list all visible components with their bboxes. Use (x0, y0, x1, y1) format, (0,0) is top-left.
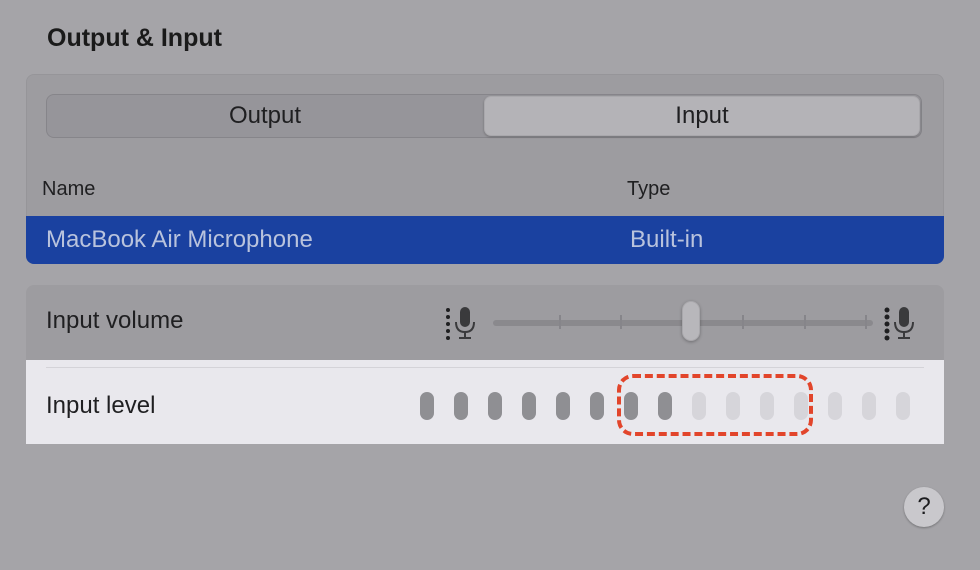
level-segment (556, 392, 570, 420)
level-segment (692, 392, 706, 420)
highlight-annotation (617, 374, 813, 436)
column-header-name[interactable]: Name (42, 178, 95, 201)
level-segment (862, 392, 876, 420)
level-segment (624, 392, 638, 420)
level-segment (420, 392, 434, 420)
input-volume-label: Input volume (46, 307, 184, 334)
help-button[interactable]: ? (904, 487, 944, 527)
input-settings-panel: Input volume Input level (26, 285, 944, 444)
level-segment (896, 392, 910, 420)
level-segment (828, 392, 842, 420)
table-row[interactable]: MacBook Air Microphone Built-in (26, 216, 944, 264)
slider-tick (865, 315, 867, 329)
device-type: Built-in (630, 226, 704, 253)
level-segment (794, 392, 808, 420)
slider-tick (804, 315, 806, 329)
tab-input[interactable]: Input (484, 96, 920, 136)
mic-high-icon (884, 307, 914, 341)
slider-tick (620, 315, 622, 329)
slider-tick (559, 315, 561, 329)
input-volume-slider-knob[interactable] (681, 301, 700, 341)
table-header: Name Type (26, 160, 944, 216)
level-segment (454, 392, 468, 420)
input-level-label: Input level (46, 392, 156, 419)
device-panel: Output Input Name Type MacBook Air Micro… (26, 74, 944, 264)
level-segment (522, 392, 536, 420)
column-header-type[interactable]: Type (627, 178, 670, 201)
section-title: Output & Input (47, 24, 222, 52)
divider (46, 367, 924, 368)
level-segment (726, 392, 740, 420)
output-input-segmented-control: Output Input (46, 94, 922, 138)
tab-output[interactable]: Output (48, 96, 482, 136)
input-level-row: Input level (26, 360, 944, 444)
level-segment (658, 392, 672, 420)
level-segment (760, 392, 774, 420)
mic-low-icon (446, 307, 475, 340)
level-segment (590, 392, 604, 420)
device-name: MacBook Air Microphone (46, 226, 313, 253)
slider-tick (742, 315, 744, 329)
level-segment (488, 392, 502, 420)
